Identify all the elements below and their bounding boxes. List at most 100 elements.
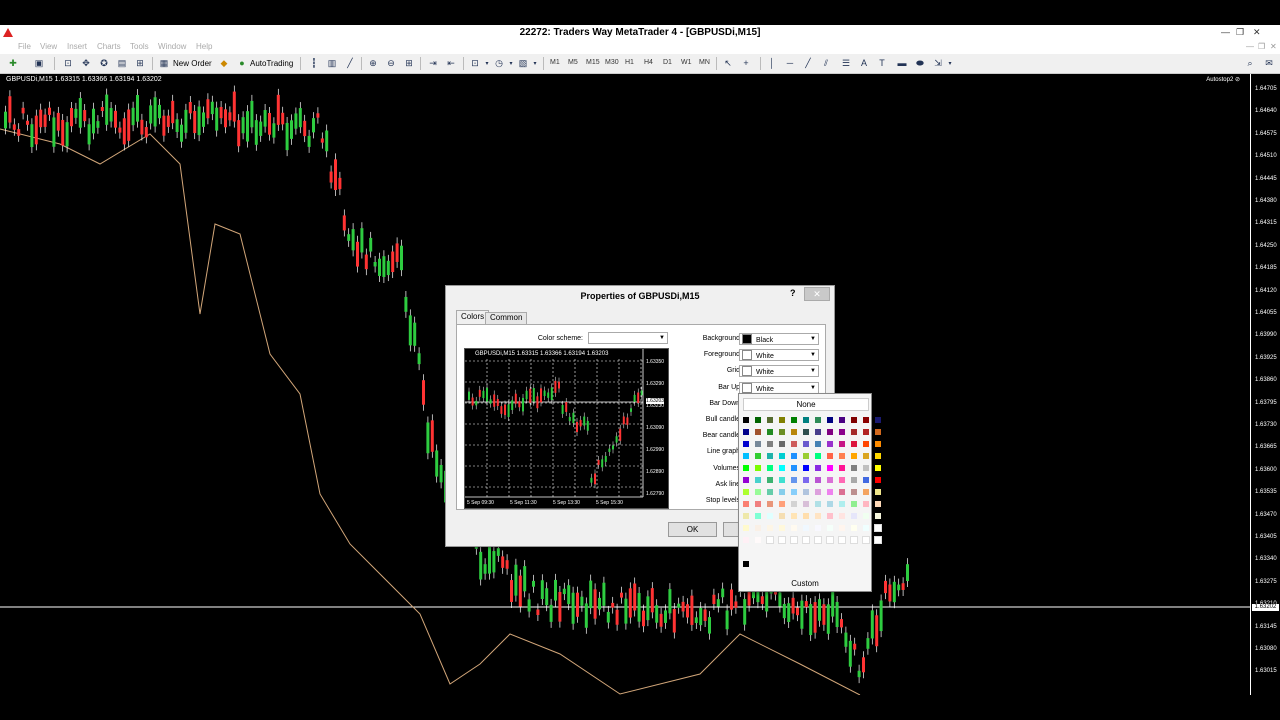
- candlestick-icon[interactable]: ▥: [326, 57, 338, 69]
- color-swatch[interactable]: [743, 453, 749, 459]
- menu-window[interactable]: Window: [158, 42, 186, 51]
- new-order-button[interactable]: New Order: [173, 59, 212, 68]
- color-select[interactable]: White ▼: [739, 349, 819, 362]
- color-swatch[interactable]: [766, 536, 774, 544]
- color-select[interactable]: Black ▼: [739, 333, 819, 345]
- color-swatch[interactable]: [875, 513, 881, 519]
- cursor-icon[interactable]: ↖: [722, 57, 734, 69]
- color-swatch[interactable]: [851, 513, 857, 519]
- color-swatch[interactable]: [815, 489, 821, 495]
- menu-tools[interactable]: Tools: [130, 42, 149, 51]
- color-swatch[interactable]: [743, 537, 749, 543]
- search-icon[interactable]: ⌕: [1245, 57, 1255, 69]
- color-swatch[interactable]: [791, 513, 797, 519]
- data-window-icon[interactable]: ✥: [80, 57, 92, 69]
- tab-common[interactable]: Common: [485, 312, 528, 324]
- ellipse-icon[interactable]: ⬬: [914, 57, 926, 69]
- color-swatch[interactable]: [755, 501, 761, 507]
- color-swatch[interactable]: [850, 536, 858, 544]
- color-swatch[interactable]: [755, 525, 761, 531]
- color-swatch[interactable]: [803, 417, 809, 423]
- color-swatch[interactable]: [851, 525, 857, 531]
- color-swatch[interactable]: [779, 501, 785, 507]
- color-swatch[interactable]: [743, 441, 749, 447]
- color-swatch[interactable]: [815, 525, 821, 531]
- color-swatch[interactable]: [767, 513, 773, 519]
- color-swatch[interactable]: [839, 513, 845, 519]
- color-swatch[interactable]: [863, 525, 869, 531]
- color-swatch[interactable]: [767, 477, 773, 483]
- color-swatch[interactable]: [815, 441, 821, 447]
- color-select[interactable]: White ▼: [739, 381, 819, 394]
- color-swatch[interactable]: [755, 489, 761, 495]
- color-swatch[interactable]: [851, 417, 857, 423]
- mdi-minimize-icon[interactable]: —: [1246, 42, 1254, 51]
- color-swatch[interactable]: [827, 429, 833, 435]
- custom-color-swatch[interactable]: [743, 561, 749, 567]
- price-axis[interactable]: 1.64705 1.64640 1.64575 1.64510 1.64445 1.643…: [1250, 74, 1280, 695]
- color-swatch[interactable]: [755, 429, 761, 435]
- minimize-icon[interactable]: —: [1221, 27, 1230, 37]
- profiles-icon[interactable]: ▣: [32, 57, 46, 69]
- color-swatch[interactable]: [875, 453, 881, 459]
- color-swatch[interactable]: [863, 441, 869, 447]
- tile-windows-icon[interactable]: ⊞: [403, 57, 415, 69]
- color-swatch[interactable]: [791, 429, 797, 435]
- color-swatch[interactable]: [851, 453, 857, 459]
- color-swatch[interactable]: [803, 489, 809, 495]
- line-chart-icon[interactable]: ╱: [344, 57, 356, 69]
- chart-shift-icon[interactable]: ⇥: [427, 57, 439, 69]
- color-swatch[interactable]: [778, 536, 786, 544]
- color-swatch[interactable]: [827, 465, 833, 471]
- color-swatch[interactable]: [827, 417, 833, 423]
- color-swatch[interactable]: [862, 536, 870, 544]
- color-swatch[interactable]: [755, 453, 761, 459]
- color-swatch[interactable]: [743, 513, 749, 519]
- color-swatch[interactable]: [827, 441, 833, 447]
- color-swatch[interactable]: [839, 441, 845, 447]
- bar-chart-icon[interactable]: ┇: [308, 57, 320, 69]
- indicators-icon[interactable]: ⊡: [469, 57, 481, 69]
- color-swatch[interactable]: [755, 513, 761, 519]
- timeframe-m15[interactable]: M15: [586, 59, 600, 66]
- timeframe-h4[interactable]: H4: [644, 59, 653, 66]
- timeframe-m5[interactable]: M5: [568, 59, 578, 66]
- color-swatch[interactable]: [863, 489, 869, 495]
- color-swatch[interactable]: [803, 429, 809, 435]
- color-swatch[interactable]: [755, 477, 761, 483]
- color-swatch[interactable]: [791, 465, 797, 471]
- color-scheme-select[interactable]: ▼: [588, 332, 668, 344]
- rectangle-icon[interactable]: ▬: [896, 57, 908, 69]
- color-swatch[interactable]: [839, 525, 845, 531]
- mdi-restore-icon[interactable]: ❐: [1258, 42, 1265, 51]
- market-watch-icon[interactable]: ⊡: [62, 57, 74, 69]
- color-swatch[interactable]: [827, 501, 833, 507]
- color-swatch[interactable]: [803, 453, 809, 459]
- color-swatch[interactable]: [755, 465, 761, 471]
- timeframe-m30[interactable]: M30: [605, 59, 619, 66]
- color-swatch[interactable]: [803, 501, 809, 507]
- vertical-line-icon[interactable]: │: [766, 57, 778, 69]
- color-swatch[interactable]: [827, 525, 833, 531]
- color-swatch[interactable]: [874, 524, 882, 532]
- color-swatch[interactable]: [827, 453, 833, 459]
- color-swatch[interactable]: [803, 513, 809, 519]
- color-swatch[interactable]: [851, 501, 857, 507]
- color-swatch[interactable]: [815, 513, 821, 519]
- timeframe-m1[interactable]: M1: [550, 59, 560, 66]
- color-swatch[interactable]: [815, 429, 821, 435]
- color-swatch[interactable]: [815, 477, 821, 483]
- color-swatch[interactable]: [815, 465, 821, 471]
- color-swatch[interactable]: [755, 417, 761, 423]
- crosshair-icon[interactable]: +: [740, 57, 752, 69]
- color-swatch[interactable]: [791, 525, 797, 531]
- color-swatch[interactable]: [779, 441, 785, 447]
- menu-help[interactable]: Help: [196, 42, 212, 51]
- color-swatch[interactable]: [826, 536, 834, 544]
- zoom-in-icon[interactable]: ⊕: [367, 57, 379, 69]
- chevron-down-icon[interactable]: ▾: [507, 57, 515, 69]
- color-swatch[interactable]: [743, 417, 749, 423]
- color-swatch[interactable]: [863, 453, 869, 459]
- chevron-down-icon[interactable]: ▾: [483, 57, 491, 69]
- color-swatch[interactable]: [839, 429, 845, 435]
